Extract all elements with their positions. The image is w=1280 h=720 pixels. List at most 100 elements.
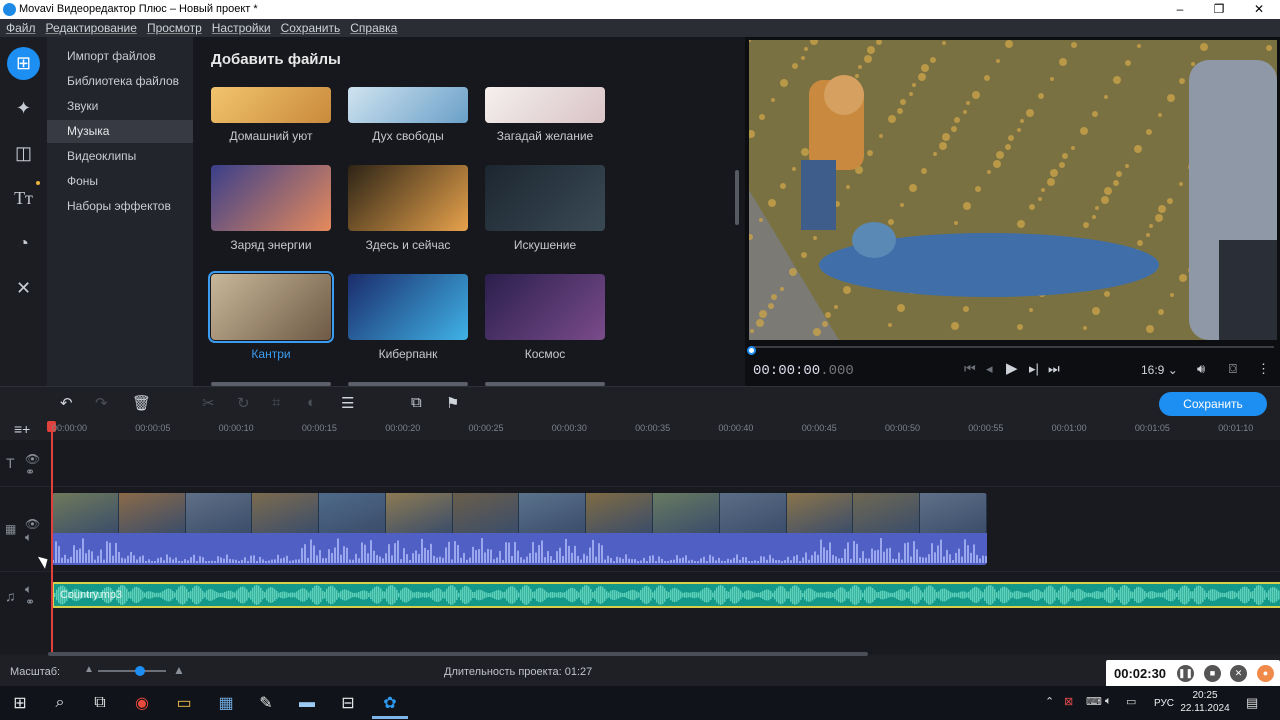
cut-icon[interactable]: ✂ bbox=[202, 394, 215, 412]
magic-wand-icon[interactable]: ✦ bbox=[7, 92, 40, 125]
music-tile[interactable] bbox=[485, 165, 605, 231]
menu-file[interactable]: Файл bbox=[6, 21, 36, 35]
windows-start-icon[interactable]: ⊞ bbox=[5, 688, 35, 718]
waveform-bar bbox=[222, 592, 224, 598]
language-indicator[interactable]: РУС bbox=[1154, 698, 1174, 709]
play-icon[interactable]: ▶ bbox=[1006, 359, 1018, 377]
music-tile[interactable] bbox=[485, 87, 605, 123]
music-tile[interactable] bbox=[348, 165, 468, 231]
filters-icon[interactable]: ◔ bbox=[7, 227, 40, 260]
volume-icon[interactable]: 🔊︎ bbox=[1197, 361, 1205, 377]
add-track-icon[interactable]: ≡+ bbox=[14, 421, 30, 437]
music-tile[interactable] bbox=[348, 87, 468, 123]
waveform-bar bbox=[1156, 592, 1158, 598]
tray-keyboard-icon[interactable]: ▭ bbox=[1126, 695, 1136, 708]
recorder-stop-icon[interactable]: ■ bbox=[1204, 665, 1221, 682]
go-end-icon[interactable]: ⏭ bbox=[1048, 361, 1060, 377]
monitor-app-icon[interactable]: ▬ bbox=[292, 688, 322, 718]
library-scrollbar[interactable] bbox=[735, 170, 739, 225]
menu-help[interactable]: Справка bbox=[350, 21, 397, 35]
video-clip-waveform[interactable] bbox=[52, 533, 987, 565]
calculator-icon[interactable]: ▦ bbox=[211, 688, 241, 718]
playhead[interactable] bbox=[51, 426, 53, 654]
transition-icon[interactable]: ⧉ bbox=[411, 394, 422, 411]
waveform-bar bbox=[190, 557, 192, 563]
transitions-icon[interactable]: ◫ bbox=[7, 137, 40, 170]
title-track-link-icon[interactable]: ⚭ bbox=[25, 465, 35, 479]
marker-flag-icon[interactable]: ⚑ bbox=[446, 394, 459, 412]
tray-volume-icon[interactable]: 🔈︎ bbox=[1105, 695, 1112, 708]
waveform-bar bbox=[1028, 592, 1030, 598]
recorder-pause-icon[interactable]: ❚❚ bbox=[1177, 665, 1194, 682]
category-backgrounds[interactable]: Фоны bbox=[47, 170, 193, 193]
music-tile[interactable] bbox=[211, 165, 331, 231]
waveform-bar bbox=[842, 587, 844, 603]
task-view-icon[interactable]: ⧉ bbox=[85, 688, 115, 718]
leaf-dot bbox=[780, 287, 784, 291]
aspect-ratio-select[interactable]: 16:9 ⌄ bbox=[1141, 363, 1178, 377]
save-button[interactable]: Сохранить bbox=[1159, 392, 1267, 416]
video-track-mute-icon[interactable]: 🔈︎ bbox=[25, 530, 32, 545]
video-track-visibility-icon[interactable]: 👁︎ bbox=[25, 517, 40, 531]
prev-frame-icon[interactable]: ◂ bbox=[986, 361, 993, 377]
zoom-slider-knob[interactable] bbox=[135, 666, 145, 676]
zoom-in-icon[interactable]: ▲ bbox=[173, 663, 185, 677]
next-frame-icon[interactable]: ▸| bbox=[1029, 361, 1039, 377]
tray-recorder-icon[interactable]: ⊠ bbox=[1064, 695, 1073, 708]
maximize-button[interactable]: ❐ bbox=[1199, 0, 1239, 19]
snapshot-icon[interactable]: ⌼ bbox=[1229, 361, 1237, 377]
undo-icon[interactable]: ↶ bbox=[60, 394, 73, 412]
category-file-library[interactable]: Библиотека файлов bbox=[47, 70, 193, 93]
minimize-button[interactable]: – bbox=[1160, 0, 1200, 19]
recorder-cancel-icon[interactable]: ✕ bbox=[1230, 665, 1247, 682]
category-sounds[interactable]: Звуки bbox=[47, 95, 193, 118]
rotate-icon[interactable]: ↻ bbox=[237, 394, 250, 412]
paint-icon[interactable]: ✎ bbox=[251, 688, 281, 718]
movavi-taskbar-icon[interactable]: ✿ bbox=[375, 688, 405, 718]
menu-settings[interactable]: Настройки bbox=[212, 21, 271, 35]
media-app-icon[interactable]: ⊟ bbox=[333, 688, 363, 718]
import-icon[interactable]: ⊞ bbox=[7, 47, 40, 80]
menu-view[interactable]: Просмотр bbox=[147, 21, 202, 35]
menu-edit[interactable]: Редактирование bbox=[46, 21, 137, 35]
file-explorer-icon[interactable]: ▭ bbox=[169, 688, 199, 718]
chrome-icon[interactable]: ◉ bbox=[127, 688, 157, 718]
music-tile[interactable] bbox=[485, 274, 605, 340]
zoom-slider[interactable] bbox=[98, 670, 166, 672]
waveform-bar bbox=[913, 541, 915, 563]
preview-scrubber[interactable] bbox=[752, 346, 1274, 348]
clock[interactable]: 20:25 22.11.2024 bbox=[1180, 689, 1230, 715]
redo-icon[interactable]: ↷ bbox=[95, 394, 108, 412]
category-video-clips[interactable]: Видеоклипы bbox=[47, 145, 193, 168]
zoom-out-icon[interactable]: ▲ bbox=[84, 664, 94, 675]
crop-icon[interactable]: ⌗ bbox=[272, 394, 280, 411]
category-import[interactable]: Импорт файлов bbox=[47, 45, 193, 68]
category-music[interactable]: Музыка bbox=[47, 120, 193, 143]
scrubber-handle[interactable] bbox=[747, 346, 756, 355]
music-tile[interactable] bbox=[208, 271, 334, 343]
audio-clip[interactable] bbox=[52, 582, 1280, 608]
category-effect-sets[interactable]: Наборы эффектов bbox=[47, 195, 193, 218]
waveform-bar bbox=[1068, 588, 1070, 602]
leaf-dot bbox=[942, 133, 950, 141]
music-tile[interactable] bbox=[348, 274, 468, 340]
recorder-mic-icon[interactable]: ● bbox=[1257, 665, 1274, 682]
music-tile[interactable] bbox=[211, 87, 331, 123]
close-button[interactable]: ✕ bbox=[1239, 0, 1279, 19]
menu-save[interactable]: Сохранить bbox=[281, 21, 341, 35]
title-track-visibility-icon[interactable]: 👁︎ bbox=[25, 452, 40, 466]
notifications-icon[interactable]: ▤ bbox=[1246, 695, 1258, 711]
delete-icon[interactable]: 🗑︎ bbox=[132, 394, 151, 412]
waveform-bar bbox=[224, 592, 226, 598]
search-icon[interactable]: ⌕ bbox=[45, 688, 75, 718]
more-icon[interactable]: ⋮ bbox=[1257, 361, 1270, 377]
titles-icon[interactable]: Tт bbox=[7, 182, 40, 215]
tools-icon[interactable]: ✕ bbox=[7, 272, 40, 305]
music-track-link-icon[interactable]: ⚭ bbox=[25, 595, 35, 609]
video-clip[interactable] bbox=[52, 493, 987, 533]
tray-expand-icon[interactable]: ⌃ bbox=[1045, 695, 1054, 708]
color-adjust-icon[interactable]: ◐ bbox=[307, 394, 316, 411]
tray-network-icon[interactable]: ⌨ bbox=[1086, 695, 1102, 708]
clip-properties-icon[interactable]: ☰ bbox=[341, 394, 354, 412]
go-start-icon[interactable]: ⏮ bbox=[964, 361, 976, 377]
